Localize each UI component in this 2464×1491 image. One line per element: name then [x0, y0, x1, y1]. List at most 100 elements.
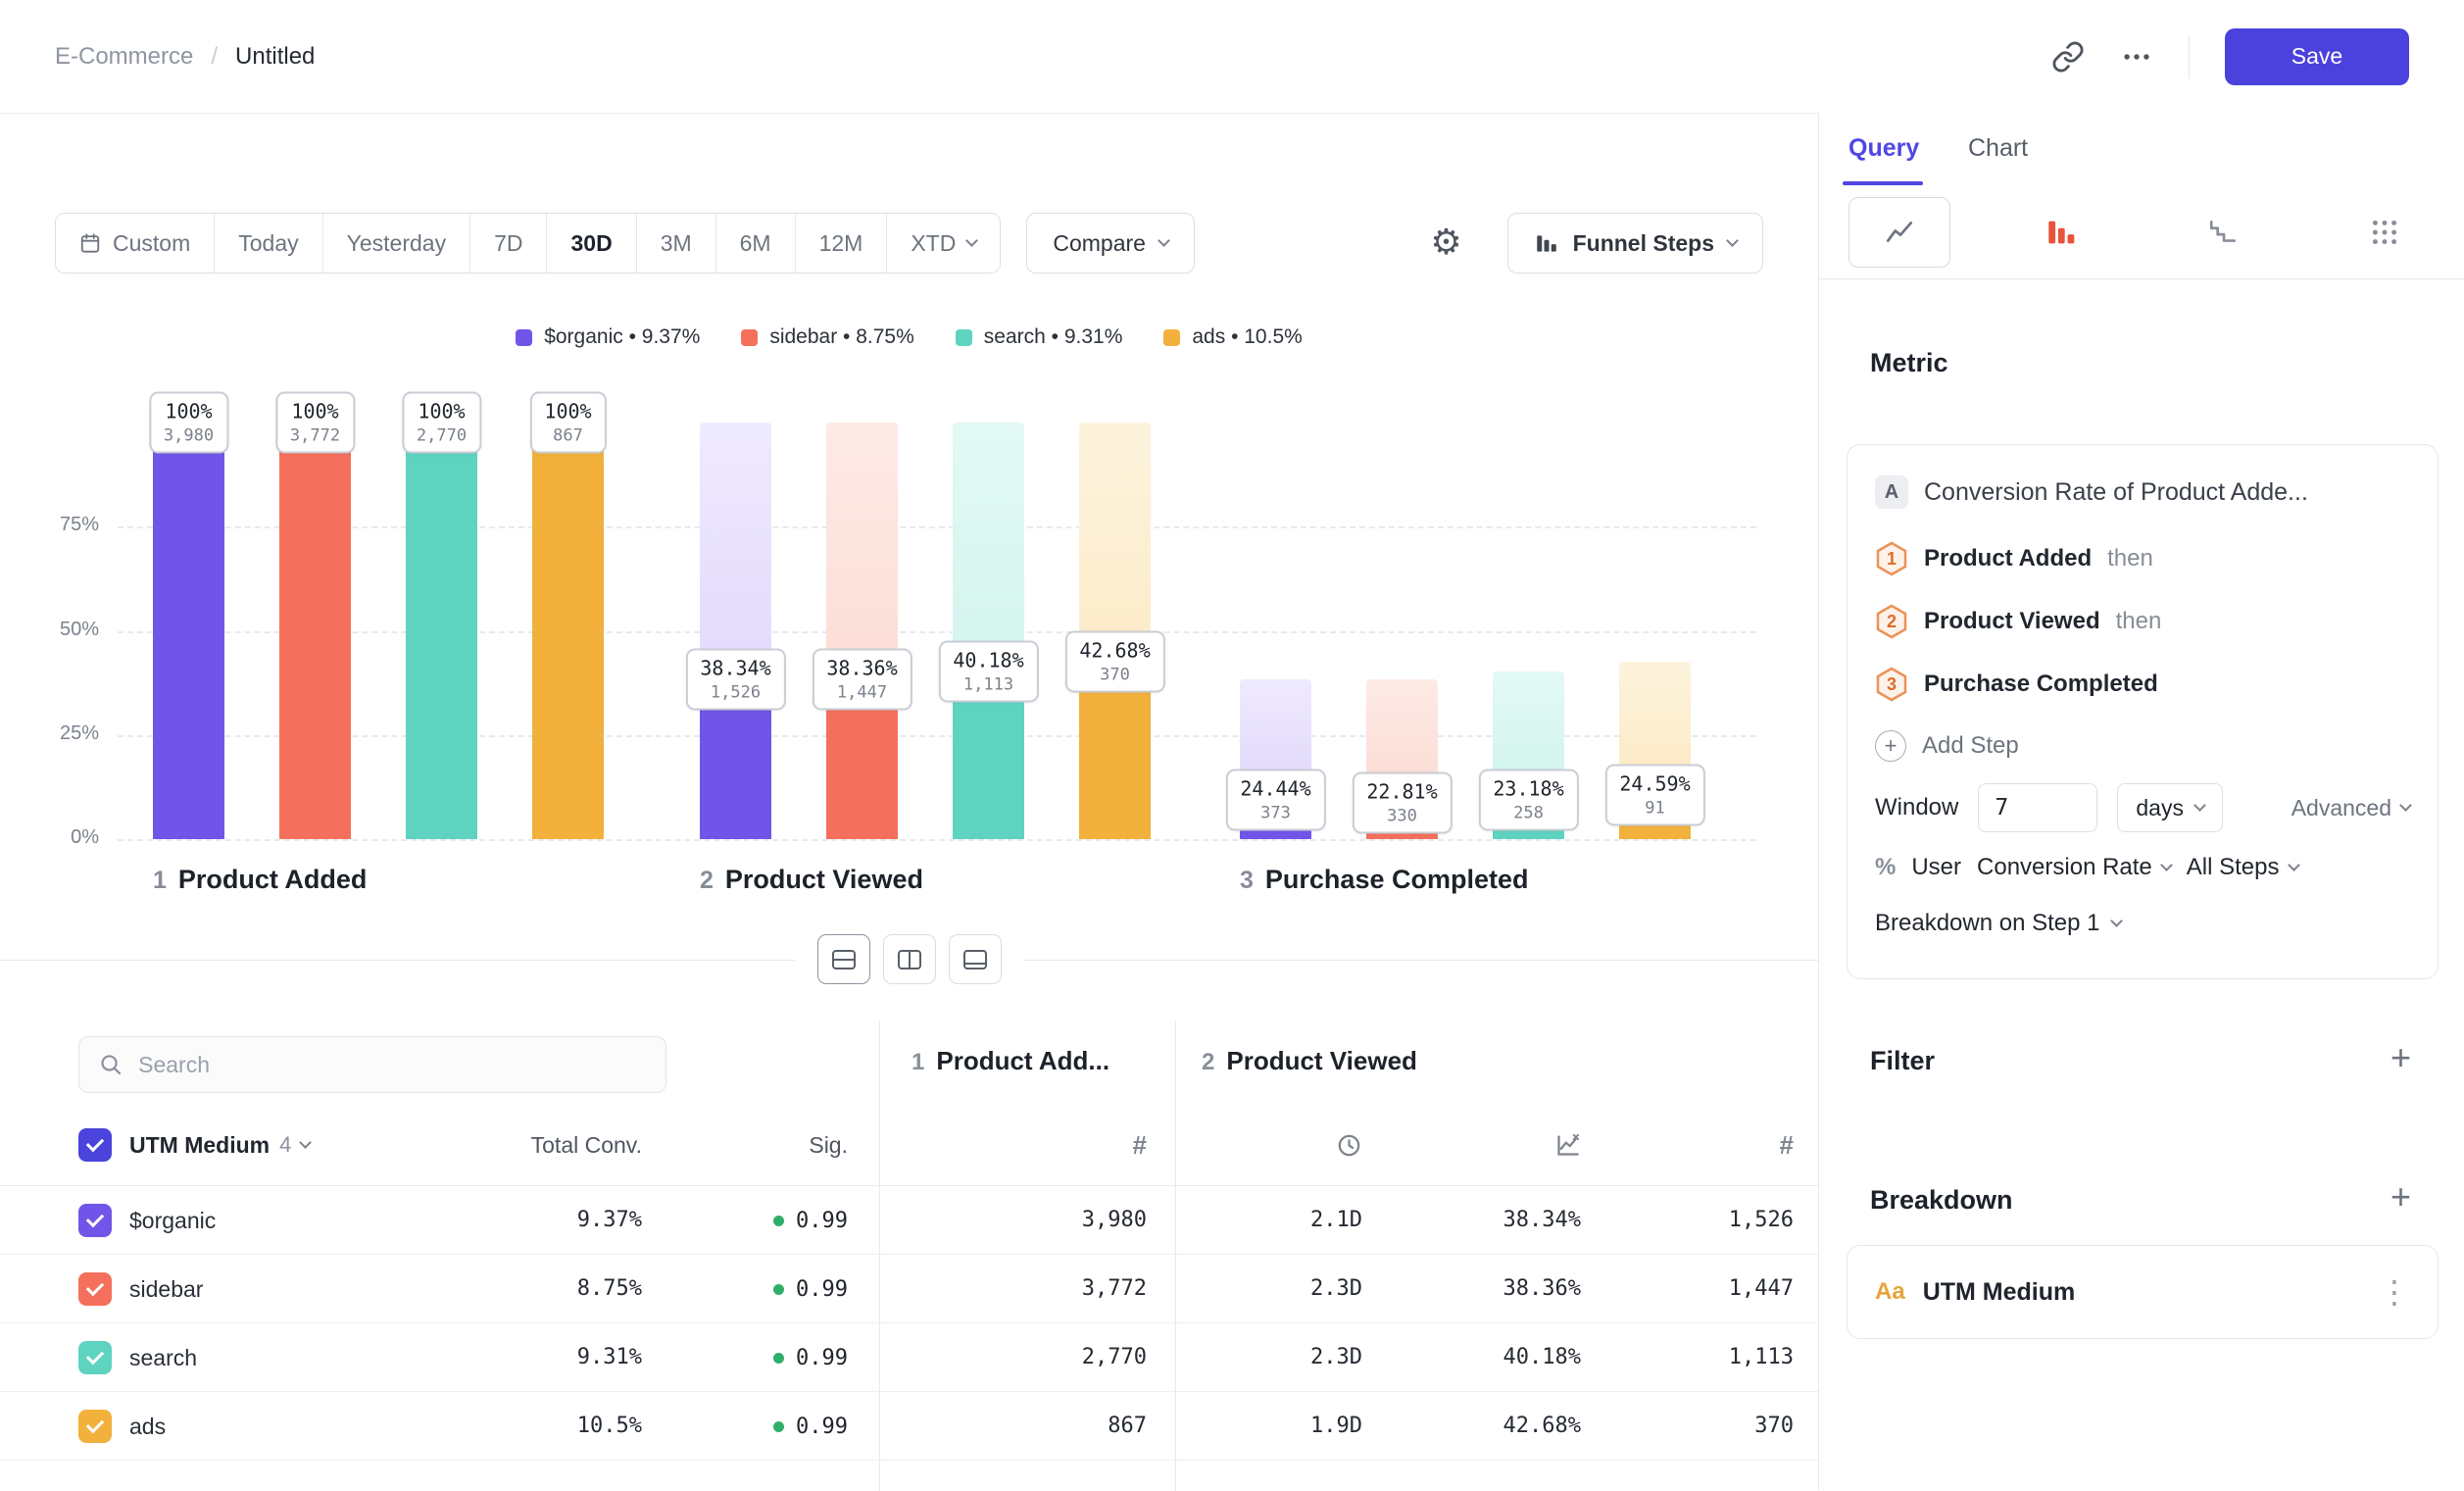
funnel-bar-search-step2[interactable]: 40.18%1,113 [953, 422, 1024, 839]
bar-value-label: 24.59%91 [1604, 765, 1704, 826]
chevron-down-icon [2399, 799, 2412, 812]
table-row[interactable]: sidebar8.75%0.993,7722.3D38.36%1,447 [0, 1255, 1818, 1323]
significance-value: 0.99 [796, 1415, 848, 1439]
counting-method[interactable]: User [1911, 854, 1961, 881]
step2-pct-cell: 40.18% [1503, 1323, 1581, 1392]
bar-count: 3,772 [290, 426, 340, 446]
funnel-bar-search-step1[interactable]: 100%2,770 [406, 422, 477, 839]
bar-pct: 100% [417, 400, 467, 423]
layout-chart-only-button[interactable] [949, 934, 1002, 984]
tab-query[interactable]: Query [1848, 134, 1919, 163]
funnel-bar-ads-step1[interactable]: 100%867 [532, 422, 604, 839]
funnel-bar-ads-step2[interactable]: 42.68%370 [1079, 422, 1151, 839]
tab-chart[interactable]: Chart [1968, 134, 2028, 163]
bar-pct: 24.44% [1240, 777, 1310, 801]
count-column-icon[interactable]: # [1133, 1104, 1147, 1186]
funnel-steps-list: 1 Product Added then 2 Product Viewed th… [1875, 527, 2410, 716]
total-conv-cell: 9.31% [577, 1323, 642, 1392]
total-conv-header[interactable]: Total Conv. [531, 1104, 642, 1186]
bar-pct: 38.34% [700, 657, 770, 680]
breakdown-item[interactable]: Aa UTM Medium ⋮ [1847, 1245, 2439, 1339]
y-axis-tick: 0% [30, 826, 99, 849]
layout-split-horizontal-button[interactable] [817, 934, 870, 984]
funnel-bar-ads-step3[interactable]: 24.59%91 [1619, 422, 1691, 839]
measure-select[interactable]: Conversion Rate [1977, 854, 2171, 881]
avg-time-column-icon[interactable] [1336, 1104, 1362, 1186]
bar-pct: 100% [290, 400, 340, 423]
chevron-down-icon [2110, 915, 2123, 927]
table-rows: $organic9.37%0.993,9802.1D38.34%1,526sid… [0, 1186, 1818, 1461]
save-button[interactable]: Save [2225, 28, 2409, 85]
avg-time-cell: 2.1D [1310, 1186, 1362, 1255]
funnel-bar-sidebar-step3[interactable]: 22.81%330 [1366, 422, 1438, 839]
series-checkbox[interactable] [78, 1204, 112, 1237]
retention-icon [2207, 217, 2239, 248]
bar-fill [532, 422, 604, 839]
breadcrumb-separator: / [211, 43, 218, 71]
chart-type-line-tab[interactable] [1819, 185, 1981, 278]
step-number: 2 [700, 867, 714, 895]
table-step2-header[interactable]: 2 Product Viewed [1202, 1046, 1417, 1076]
count-column-icon[interactable]: # [1780, 1104, 1794, 1186]
bar-fill [153, 422, 224, 839]
layout-split-vertical-button[interactable] [883, 934, 936, 984]
kebab-menu-icon[interactable]: ⋮ [2379, 1273, 2410, 1311]
table-subheader: UTM Medium 4 Total Conv. Sig. # # [0, 1104, 1818, 1186]
metric-title-row[interactable]: A Conversion Rate of Product Adde... [1875, 471, 2410, 514]
bar-count: 258 [1493, 804, 1563, 823]
breakdown-column-header[interactable]: UTM Medium 4 [129, 1104, 310, 1186]
avg-time-cell: 2.3D [1310, 1323, 1362, 1392]
chart-type-stickiness-tab[interactable] [2303, 185, 2464, 278]
breadcrumb-project[interactable]: E-Commerce [55, 43, 193, 71]
sig-header[interactable]: Sig. [809, 1104, 848, 1186]
chevron-down-icon [299, 1136, 312, 1149]
bar-fill [406, 422, 477, 839]
share-link-icon[interactable] [2051, 40, 2085, 74]
series-checkbox[interactable] [78, 1272, 112, 1306]
bar-pct: 23.18% [1493, 777, 1563, 801]
window-label: Window [1875, 794, 1958, 821]
trend-column-icon[interactable] [1554, 1104, 1581, 1186]
select-all-checkbox[interactable] [78, 1128, 112, 1162]
funnel-bar-$organic-step2[interactable]: 38.34%1,526 [700, 422, 771, 839]
window-row: Window days Advanced [1875, 776, 2410, 839]
breakdown-on-select[interactable]: Breakdown on Step 1 [1875, 896, 2410, 951]
breakdown-heading: Breakdown [1870, 1185, 2013, 1216]
bar-pct: 38.36% [826, 656, 897, 679]
window-unit-select[interactable]: days [2117, 783, 2223, 832]
table-row[interactable]: ads10.5%0.998671.9D42.68%370 [0, 1392, 1818, 1461]
table-row[interactable]: $organic9.37%0.993,9802.1D38.34%1,526 [0, 1186, 1818, 1255]
series-checkbox[interactable] [78, 1341, 112, 1374]
funnel-step-item[interactable]: 2 Product Viewed then [1875, 590, 2410, 653]
bar-pct: 22.81% [1366, 779, 1437, 803]
steps-scope-select[interactable]: All Steps [2187, 854, 2298, 881]
step2-pct-cell: 38.36% [1503, 1255, 1581, 1323]
chart-type-retention-tab[interactable] [2143, 185, 2304, 278]
chart-type-funnel-tab[interactable] [1981, 185, 2143, 278]
chart-canvas: CustomTodayYesterday7D30D3M6M12MXTD Comp… [0, 113, 1818, 1490]
series-checkbox[interactable] [78, 1410, 112, 1443]
table-step1-header[interactable]: 1 Product Add... [912, 1046, 1109, 1076]
more-menu-icon[interactable] [2120, 40, 2153, 74]
funnel-step-item[interactable]: 3 Purchase Completed [1875, 653, 2410, 716]
step-name: Product Added [178, 865, 368, 895]
breadcrumb-current[interactable]: Untitled [235, 43, 315, 71]
advanced-toggle[interactable]: Advanced [2292, 795, 2410, 821]
filter-add-button[interactable]: + [2390, 1040, 2411, 1075]
table-row[interactable]: search9.31%0.992,7702.3D40.18%1,113 [0, 1323, 1818, 1392]
series-name: search [129, 1345, 197, 1371]
funnel-bar-$organic-step3[interactable]: 24.44%373 [1240, 422, 1311, 839]
funnel-bar-$organic-step1[interactable]: 100%3,980 [153, 422, 224, 839]
line-chart-icon [1848, 197, 1950, 268]
funnel-bar-sidebar-step2[interactable]: 38.36%1,447 [826, 422, 898, 839]
funnel-bar-search-step3[interactable]: 23.18% 258 [1493, 422, 1564, 839]
breakdown-add-button[interactable]: + [2390, 1179, 2411, 1215]
significance-dot [773, 1353, 784, 1364]
search-input[interactable] [138, 1052, 646, 1078]
funnel-step-item[interactable]: 1 Product Added then [1875, 527, 2410, 590]
window-input[interactable] [1978, 783, 2097, 832]
series-name: $organic [129, 1208, 216, 1234]
add-step-button[interactable]: + Add Step [1875, 716, 2410, 776]
significance-cell: 0.99 [773, 1323, 848, 1392]
funnel-bar-sidebar-step1[interactable]: 100%3,772 [279, 422, 351, 839]
